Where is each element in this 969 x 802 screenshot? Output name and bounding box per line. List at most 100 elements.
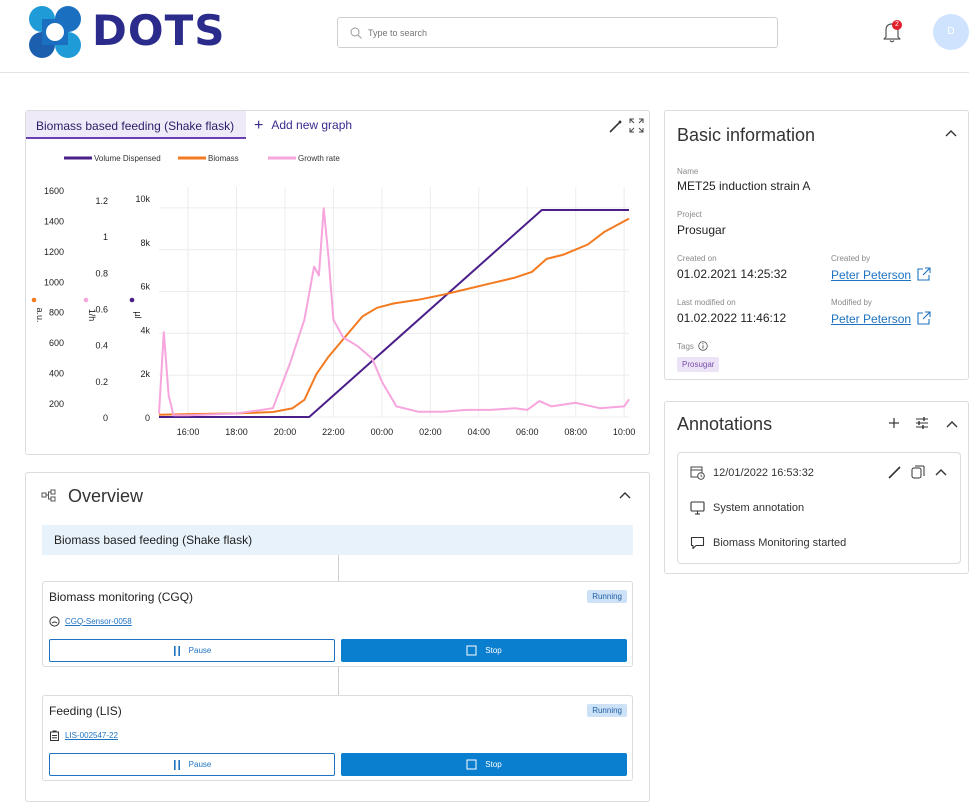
search-box[interactable] — [337, 17, 778, 48]
x-tick-label: 16:00 — [177, 427, 200, 437]
y-tick-label: 0 — [103, 413, 108, 423]
y-tick-label: 600 — [49, 338, 64, 348]
add-annotation-icon[interactable] — [888, 417, 900, 429]
pause-button[interactable]: Pause — [49, 639, 335, 662]
modified-on-value: 01.02.2022 11:46:12 — [677, 311, 787, 325]
y-tick-label: 200 — [49, 399, 64, 409]
annotation-type: System annotation — [713, 502, 805, 514]
x-tick-label: 18:00 — [225, 427, 248, 437]
stop-icon — [466, 645, 477, 656]
series-line-growth-rate — [158, 207, 630, 417]
status-badge: Running — [587, 590, 627, 603]
y-axis-unit-label: a.u. — [35, 307, 45, 322]
annotation-type-row: System annotation — [690, 501, 804, 515]
y-tick-label: 0.2 — [95, 377, 108, 387]
y-tick-label: 8k — [140, 238, 150, 248]
created-by-name: Peter Peterson — [831, 268, 912, 282]
axis-color-dot — [31, 297, 37, 303]
y-tick-label: 0 — [145, 413, 150, 423]
search-input[interactable] — [368, 27, 748, 38]
comment-icon — [690, 536, 705, 550]
device-name: CGQ-Sensor-0058 — [65, 617, 132, 626]
pause-icon — [173, 759, 180, 770]
device-link[interactable]: CGQ-Sensor-0058 — [49, 616, 132, 627]
x-tick-label: 00:00 — [371, 427, 394, 437]
basic-information-panel: Basic information Name MET25 induction s… — [664, 110, 969, 380]
chevron-up-icon[interactable] — [935, 467, 947, 477]
annotation-timestamp: 12/01/2022 16:53:32 — [713, 466, 814, 479]
graph-panel: Biomass based feeding (Shake flask) + Add… — [25, 110, 650, 455]
step-card-feeding[interactable]: Feeding (LIS) Running LIS-002547-22 Paus… — [42, 695, 633, 781]
filter-sliders-icon[interactable] — [915, 417, 929, 429]
overview-root-node[interactable]: Biomass based feeding (Shake flask) — [42, 525, 633, 555]
tags-label: Tags — [677, 341, 694, 351]
created-by-link[interactable]: Peter Peterson — [831, 267, 931, 282]
add-graph-label: Add new graph — [271, 118, 353, 132]
stop-label: Stop — [485, 760, 502, 769]
series-line-volume-dispensed — [159, 209, 629, 418]
app-logo-text[interactable]: DOTS — [92, 6, 225, 55]
y-tick-label: 10k — [135, 194, 150, 204]
y-tick-label: 1000 — [44, 277, 64, 287]
y-tick-label: 800 — [49, 308, 64, 318]
y-axis-unit-label: µl — [133, 311, 143, 318]
created-by-label: Created by — [831, 254, 871, 263]
name-label: Name — [677, 167, 699, 176]
name-value: MET25 induction strain A — [677, 179, 811, 193]
tab-biomass-feeding[interactable]: Biomass based feeding (Shake flask) — [26, 111, 246, 139]
stop-button[interactable]: Stop — [341, 639, 627, 662]
y-tick-label: 1600 — [44, 186, 64, 196]
x-tick-label: 22:00 — [322, 427, 345, 437]
edit-pencil-icon[interactable] — [888, 465, 902, 479]
device-link[interactable]: LIS-002547-22 — [49, 730, 118, 741]
created-on-value: 01.02.2021 14:25:32 — [677, 267, 788, 281]
modified-by-link[interactable]: Peter Peterson — [831, 311, 931, 326]
chevron-up-icon[interactable] — [945, 128, 957, 138]
annotation-text-row: Biomass Monitoring started — [690, 536, 846, 550]
y-tick-label: 6k — [140, 282, 150, 292]
info-icon[interactable] — [698, 341, 708, 351]
connector-line — [338, 667, 339, 695]
modified-by-label: Modified by — [831, 298, 872, 307]
y-tick-label: 1200 — [44, 247, 64, 257]
monitor-icon — [690, 501, 705, 515]
y-tick-label: 1 — [103, 232, 108, 242]
legend-label: Volume Dispensed — [94, 154, 161, 163]
y-tick-label: 1.2 — [95, 196, 108, 206]
series-line-biomass — [158, 217, 630, 416]
process-chart[interactable]: Volume Dispensed Biomass Growth rate 16:00… — [26, 141, 651, 456]
external-link-icon — [917, 267, 931, 281]
plus-icon: + — [254, 117, 264, 134]
step-card-biomass-monitoring[interactable]: Biomass monitoring (CGQ) Running CGQ-Sen… — [42, 581, 633, 667]
copy-icon[interactable] — [911, 465, 925, 479]
dots-logo-icon[interactable] — [26, 5, 86, 59]
expand-icon[interactable] — [629, 118, 644, 133]
stop-button[interactable]: Stop — [341, 753, 627, 776]
edit-pencil-icon[interactable] — [608, 118, 624, 134]
x-tick-label: 08:00 — [564, 427, 587, 437]
axis-color-dot — [83, 297, 89, 303]
chevron-up-icon[interactable] — [619, 490, 631, 500]
add-graph-tab[interactable]: + Add new graph — [254, 111, 352, 139]
pause-button[interactable]: Pause — [49, 753, 335, 776]
y-tick-label: 0.4 — [95, 341, 108, 351]
annotation-card[interactable]: 12/01/2022 16:53:32 System annotation Bi… — [677, 452, 961, 564]
created-on-label: Created on — [677, 254, 717, 263]
y-tick-label: 4k — [140, 325, 150, 335]
tag-chip[interactable]: Prosugar — [677, 357, 720, 372]
chevron-up-icon[interactable] — [946, 419, 958, 429]
stop-icon — [466, 759, 477, 770]
calendar-clock-icon — [690, 466, 705, 480]
user-avatar[interactable]: D — [933, 14, 969, 50]
step-title: Biomass monitoring (CGQ) — [49, 590, 194, 604]
modified-on-label: Last modified on — [677, 298, 736, 307]
pump-device-icon — [50, 730, 59, 741]
y-tick-label: 400 — [49, 369, 64, 379]
pause-label: Pause — [188, 760, 212, 769]
annotation-timestamp-row: 12/01/2022 16:53:32 — [690, 465, 814, 480]
axis-color-dot — [129, 297, 135, 303]
project-value: Prosugar — [677, 223, 726, 237]
annotations-panel: Annotations 12/01/2022 16:53:32 System a… — [664, 401, 969, 574]
external-link-icon — [917, 311, 931, 325]
search-icon — [350, 27, 362, 39]
